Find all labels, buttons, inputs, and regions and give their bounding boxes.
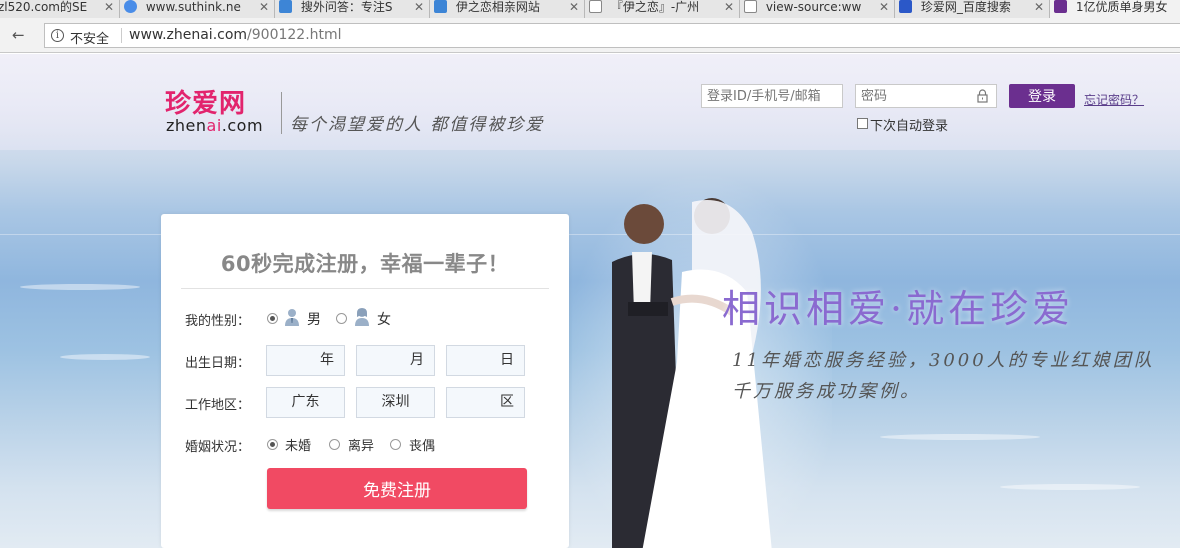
url-host: www.zhenai.com — [129, 27, 248, 43]
gender-female-label[interactable]: 女 — [377, 309, 391, 329]
username-input[interactable] — [701, 84, 843, 108]
remember-me-label[interactable]: 下次自动登录 — [870, 115, 948, 134]
hero-subtitle: 千万服务成功案例。 — [732, 381, 921, 402]
tab-close-icon[interactable]: ✕ — [724, 0, 734, 14]
gender-label: 我的性别： — [185, 314, 251, 329]
s-logo-icon — [279, 0, 292, 13]
browser-tab[interactable]: 搜外问答：专注S ✕ — [275, 0, 430, 18]
marital-widowed-label[interactable]: 丧偶 — [409, 435, 435, 454]
tab-close-icon[interactable]: ✕ — [104, 0, 114, 14]
site-logo[interactable]: 珍爱网 — [165, 83, 246, 120]
tab-close-icon[interactable]: ✕ — [569, 0, 579, 14]
logo-divider — [281, 92, 282, 134]
site-slogan: 每个渴望爱的人 都值得被珍爱 — [290, 115, 545, 135]
birth-year-select[interactable]: 年 — [266, 345, 345, 376]
browser-tab-active[interactable]: 1亿优质单身男女 — [1050, 0, 1180, 18]
doc-icon — [744, 0, 757, 13]
tab-close-icon[interactable]: ✕ — [259, 0, 269, 14]
tab-label: 『伊之恋』-广州 — [610, 0, 700, 14]
info-icon[interactable]: i — [51, 29, 64, 42]
tab-label: 1亿优质单身男女 — [1075, 0, 1168, 14]
page-body: 珍爱网 zhenai.com 每个渴望爱的人 都值得被珍爱 登录 忘记密码？ 下… — [0, 54, 1180, 548]
hero-subtitle: 11年婚恋服务经验，3000人的专业红娘团队 — [732, 350, 1155, 371]
url-divider — [121, 28, 122, 43]
hero-title: 相识相爱·就在珍爱 — [722, 287, 1075, 331]
address-bar[interactable]: i 不安全 www.zhenai.com/900122.html — [44, 23, 1180, 48]
work-area-label: 工作地区： — [185, 398, 251, 413]
marital-status-label: 婚姻状况： — [185, 440, 251, 455]
marital-divorced-label[interactable]: 离异 — [348, 435, 374, 454]
browser-tab[interactable]: view-source:ww ✕ — [740, 0, 895, 18]
marital-widowed-radio[interactable] — [390, 439, 401, 450]
browser-tab[interactable]: 『伊之恋』-广州 ✕ — [585, 0, 740, 18]
province-select[interactable]: 广东 — [266, 387, 345, 418]
zhenai-icon — [1054, 0, 1067, 13]
wave-decoration — [880, 434, 1040, 440]
birth-month-select[interactable]: 月 — [356, 345, 435, 376]
wave-decoration — [1000, 484, 1140, 490]
female-user-icon — [355, 308, 369, 326]
security-label[interactable]: 不安全 — [70, 28, 109, 47]
tab-label: view-source:ww — [765, 0, 862, 14]
form-title: 60秒完成注册，幸福一辈子！ — [220, 252, 510, 276]
lock-icon — [977, 89, 988, 103]
wave-decoration — [20, 284, 140, 290]
s-logo-icon — [434, 0, 447, 13]
gender-male-label[interactable]: 男 — [307, 309, 321, 329]
tab-label: www.suthink.ne — [145, 0, 241, 14]
forgot-password-link[interactable]: 忘记密码？ — [1084, 91, 1144, 108]
birth-day-select[interactable]: 日 — [446, 345, 525, 376]
url-text[interactable]: www.zhenai.com/900122.html — [129, 27, 342, 43]
globe-icon — [124, 0, 137, 13]
gender-female-radio[interactable] — [336, 313, 347, 324]
logo-en-ai: ai — [206, 116, 222, 135]
remember-me-checkbox[interactable] — [857, 118, 868, 129]
browser-toolbar: ← i 不安全 www.zhenai.com/900122.html — [0, 18, 1180, 53]
login-button[interactable]: 登录 — [1009, 84, 1075, 108]
tab-close-icon[interactable]: ✕ — [1034, 0, 1044, 14]
browser-tab[interactable]: zl520.com的SE ✕ — [0, 0, 120, 18]
marital-divorced-radio[interactable] — [329, 439, 340, 450]
district-select[interactable]: 区 — [446, 387, 525, 418]
paw-icon — [899, 0, 912, 13]
tab-label: 珍爱网_百度搜索 — [920, 0, 1011, 14]
registration-form: 60秒完成注册，幸福一辈子！ 我的性别： 男 女 出生日期： 年 月 日 工作地… — [161, 214, 569, 548]
gender-male-radio[interactable] — [267, 313, 278, 324]
back-arrow-icon[interactable]: ← — [12, 26, 25, 44]
tab-label: zl520.com的SE — [0, 0, 88, 14]
free-register-button[interactable]: 免费注册 — [267, 468, 527, 509]
url-path: /900122.html — [247, 27, 342, 43]
browser-tab[interactable]: 伊之恋相亲网站 ✕ — [430, 0, 585, 18]
logo-en-part: .com — [221, 116, 264, 135]
logo-en-part: zhen — [166, 116, 207, 135]
tab-label: 伊之恋相亲网站 — [455, 0, 540, 14]
site-logo-domain[interactable]: zhenai.com — [166, 116, 263, 135]
city-select[interactable]: 深圳 — [356, 387, 435, 418]
tab-close-icon[interactable]: ✕ — [414, 0, 424, 14]
password-input[interactable] — [855, 84, 997, 108]
male-user-icon — [285, 309, 299, 326]
doc-icon — [589, 0, 602, 13]
browser-tab-bar: zl520.com的SE ✕ www.suthink.ne ✕ 搜外问答：专注S… — [0, 0, 1180, 18]
marital-single-radio[interactable] — [267, 439, 278, 450]
form-divider — [181, 288, 549, 289]
browser-tab[interactable]: 珍爱网_百度搜索 ✕ — [895, 0, 1050, 18]
wave-decoration — [60, 354, 150, 360]
browser-tab[interactable]: www.suthink.ne ✕ — [120, 0, 275, 18]
birthdate-label: 出生日期： — [185, 356, 251, 371]
tab-label: 搜外问答：专注S — [300, 0, 393, 14]
marital-single-label[interactable]: 未婚 — [285, 435, 311, 454]
tab-close-icon[interactable]: ✕ — [879, 0, 889, 14]
